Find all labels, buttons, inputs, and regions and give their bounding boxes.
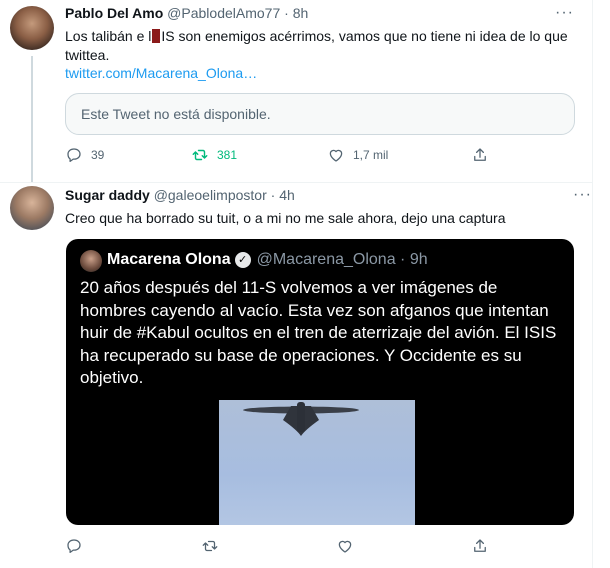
airplane-photo <box>219 400 415 525</box>
like-button[interactable]: 1,7 mil <box>327 146 388 164</box>
embedded-avatar <box>80 250 102 272</box>
tweet-header: Pablo Del Amo @PablodelAmo77 · 8h <box>65 5 308 21</box>
avatar[interactable] <box>10 186 54 230</box>
embedded-time: 9h <box>409 251 428 268</box>
author-name[interactable]: Sugar daddy <box>65 187 150 203</box>
tweet-link[interactable]: twitter.com/Macarena_Olona… <box>65 65 257 81</box>
share-button[interactable] <box>471 146 489 164</box>
tweet-text-part: Los talibán e l <box>65 28 152 44</box>
tweet-pablo-del-amo[interactable]: Pablo Del Amo @PablodelAmo77 · 8h ··· Lo… <box>0 0 593 183</box>
tweet-header: Sugar daddy @galeoelimpostor · 4h <box>65 187 295 203</box>
author-handle[interactable]: @PablodelAmo77 <box>167 5 280 21</box>
action-bar <box>65 537 525 557</box>
more-options-icon[interactable]: ··· <box>555 4 574 22</box>
retweet-button[interactable]: 381 <box>191 146 237 164</box>
retweet-button[interactable] <box>201 537 219 555</box>
embedded-handle: @Macarena_Olona <box>256 251 396 268</box>
airplane-icon <box>243 402 359 436</box>
share-button[interactable] <box>471 537 489 555</box>
embedded-tweet-text: 20 años después del 11-S volvemos a ver … <box>80 278 557 387</box>
reply-button[interactable]: 39 <box>65 146 104 164</box>
share-icon <box>474 539 486 552</box>
retweet-icon <box>202 540 218 552</box>
reply-button[interactable] <box>65 537 83 555</box>
unavailable-text: Este Tweet no está disponible. <box>81 106 271 122</box>
action-bar: 39 381 1,7 mil <box>65 146 525 166</box>
more-options-icon[interactable]: ··· <box>573 186 592 204</box>
tweet-text: Creo que ha borrado su tuit, o a mi no m… <box>65 210 506 226</box>
reply-icon <box>67 148 81 163</box>
screenshot-image[interactable]: Macarena Olona ✓ @Macarena_Olona · 9h 20 a… <box>66 239 574 525</box>
retweet-icon <box>192 149 208 161</box>
like-icon <box>338 540 352 553</box>
reply-icon <box>67 539 81 554</box>
redaction-mark <box>152 29 161 43</box>
like-count: 1,7 mil <box>353 148 389 162</box>
like-button[interactable] <box>336 537 354 555</box>
embedded-author-name: Macarena Olona <box>107 251 231 268</box>
embedded-separator: · <box>400 251 406 268</box>
check-badge-icon: ✓ <box>234 252 251 268</box>
tweet-text: Los talibán e l IS son enemigos acérrimos… <box>65 27 570 65</box>
embedded-header: Macarena Olona ✓ @Macarena_Olona · 9h <box>107 251 428 269</box>
author-handle[interactable]: @galeoelimpostor <box>154 187 267 203</box>
reply-count: 39 <box>91 148 105 162</box>
timestamp[interactable]: 4h <box>279 187 295 203</box>
separator: · <box>270 187 276 203</box>
timestamp[interactable]: 8h <box>293 5 309 21</box>
unavailable-tweet-card: Este Tweet no está disponible. <box>65 93 575 135</box>
like-icon <box>329 149 343 162</box>
separator: · <box>284 5 289 21</box>
retweet-count: 381 <box>217 148 238 162</box>
avatar[interactable] <box>10 6 54 50</box>
share-icon <box>474 148 486 161</box>
thread-line <box>31 56 33 182</box>
author-name[interactable]: Pablo Del Amo <box>65 5 163 21</box>
